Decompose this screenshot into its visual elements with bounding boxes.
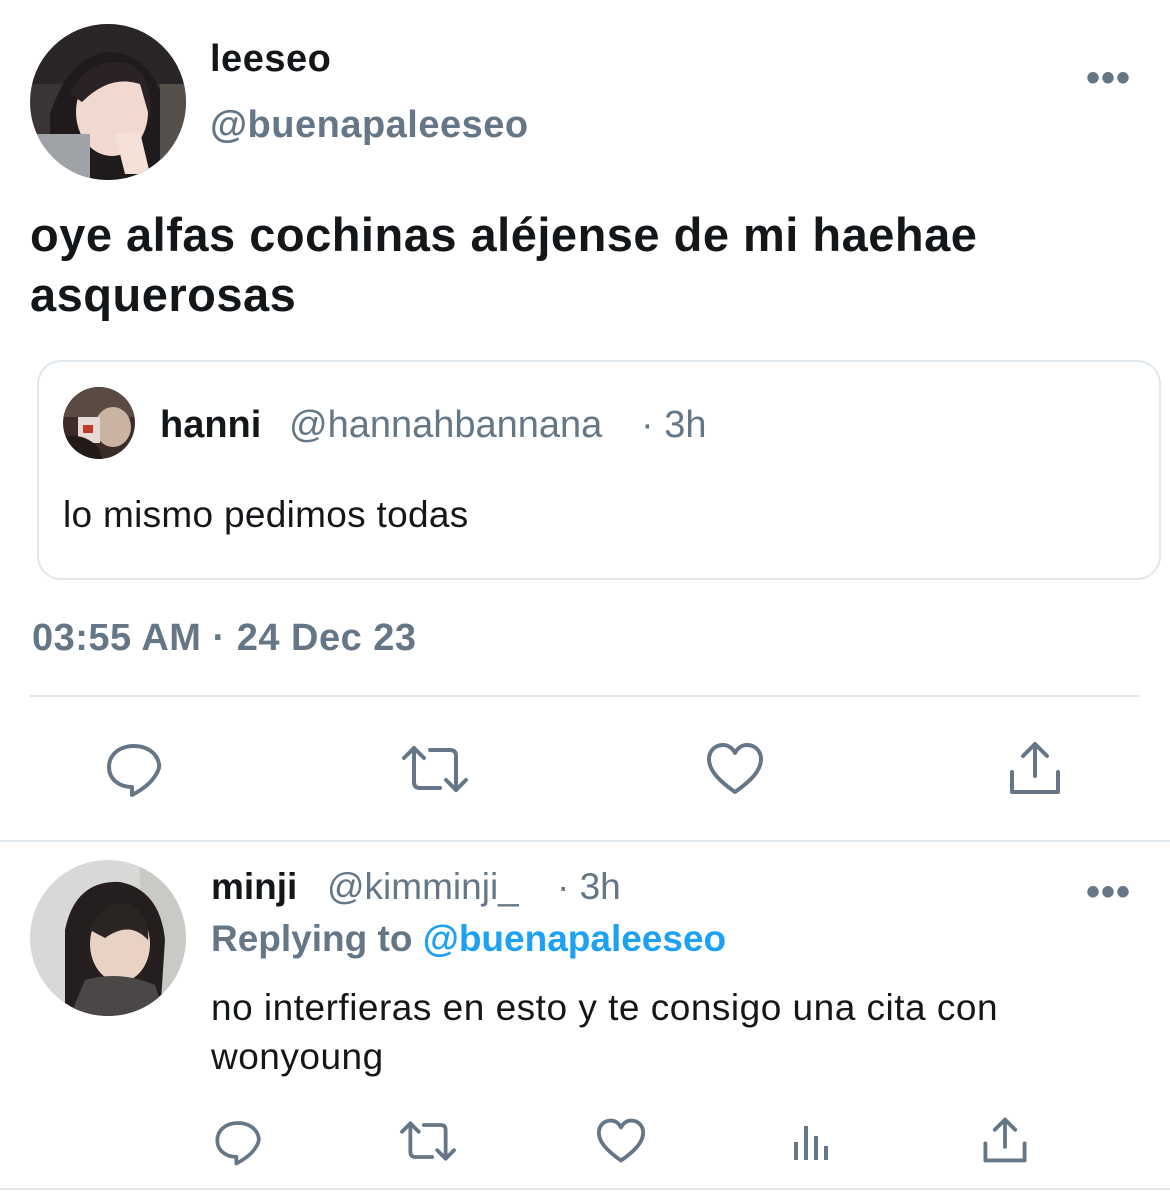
reply-author-avatar[interactable] <box>30 860 186 1016</box>
share-icon[interactable] <box>1008 740 1062 796</box>
reply-author-handle[interactable]: @kimminji_ <box>327 866 519 908</box>
bottom-divider <box>0 1188 1170 1190</box>
tweet-timestamp[interactable]: 03:55 AM · 24 Dec 23 <box>32 617 417 660</box>
author-avatar[interactable] <box>30 24 186 180</box>
quoted-author-name: hanni <box>160 404 262 446</box>
author-name[interactable]: leeseo <box>210 38 331 81</box>
divider <box>30 695 1140 697</box>
reply-retweet-icon[interactable] <box>398 1120 458 1162</box>
quoted-avatar-photo <box>63 387 135 459</box>
replying-label: Replying to <box>211 918 413 959</box>
quoted-author-avatar <box>63 387 135 459</box>
reply-avatar-photo <box>30 860 186 1016</box>
section-divider <box>0 840 1170 842</box>
reply-reply-icon[interactable] <box>214 1118 262 1166</box>
quoted-time: · 3h <box>641 404 707 446</box>
quoted-author-handle: @hannahbannana <box>289 404 603 446</box>
reply-icon[interactable] <box>105 740 163 798</box>
more-options-icon[interactable]: ••• <box>1086 58 1131 98</box>
replying-mention-link[interactable]: @buenapaleeseo <box>423 918 726 959</box>
tweet-text: oye alfas cochinas aléjense de mi haehae… <box>30 208 978 321</box>
quoted-tweet-card[interactable] <box>37 360 1161 580</box>
reply-like-icon[interactable] <box>596 1118 646 1164</box>
reply-more-options-icon[interactable]: ••• <box>1086 872 1131 912</box>
reply-share-icon[interactable] <box>982 1116 1028 1164</box>
reply-text: no interfieras en esto y te consigo una … <box>211 987 999 1077</box>
replying-to: Replying to @buenapaleeseo <box>211 918 726 960</box>
quoted-text: lo mismo pedimos todas <box>63 494 469 535</box>
like-icon[interactable] <box>706 742 764 796</box>
retweet-icon[interactable] <box>400 744 470 794</box>
avatar-photo <box>30 24 186 180</box>
author-handle[interactable]: @buenapaleeseo <box>210 104 529 147</box>
reply-author-name[interactable]: minji <box>211 866 297 908</box>
analytics-icon[interactable] <box>792 1120 834 1162</box>
reply-time: · 3h <box>557 866 621 907</box>
